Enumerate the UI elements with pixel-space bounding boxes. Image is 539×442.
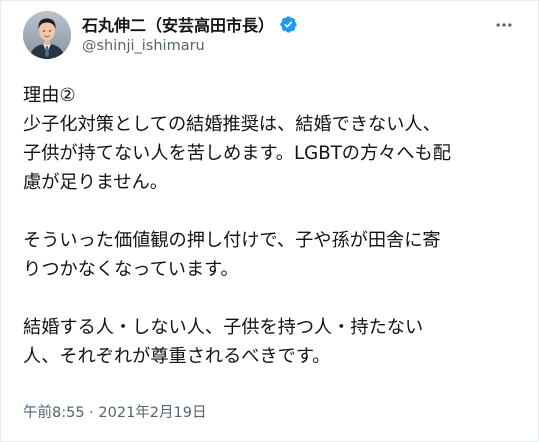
tweet-card: 石丸伸二（安芸高田市長） @shinji_ishimaru 理由② 少子化対策と…	[0, 0, 539, 442]
avatar-photo-icon	[23, 11, 71, 59]
more-options-button[interactable]	[492, 13, 516, 37]
tweet-line: 慮が足りません。	[23, 172, 168, 193]
tweet-text: 理由② 少子化対策としての結婚推奨は、結婚できない人、 子供が持てない人を苦しめ…	[23, 81, 523, 371]
tweet-line: 結婚する人・しない人、子供を持つ人・持たない	[23, 317, 424, 338]
tweet-line: 理由②	[23, 85, 76, 106]
tweet-line: 子供が持てない人を苦しめます。LGBTの方々へも配	[23, 143, 451, 164]
tweet-line: りつかなくなっています。	[23, 259, 239, 280]
tweet-line: 少子化対策としての結婚推奨は、結婚できない人、	[23, 114, 441, 135]
user-name-row: 石丸伸二（安芸高田市長）	[82, 13, 298, 35]
user-avatar[interactable]	[23, 11, 71, 59]
verified-badge-icon	[279, 15, 298, 34]
tweet-line: 人、それぞれが尊重されるべきです。	[23, 346, 331, 367]
more-horizontal-icon	[496, 23, 512, 27]
user-handle[interactable]: @shinji_ishimaru	[82, 38, 205, 54]
tweet-line: そういった価値観の押し付けで、子や孫が田舎に寄	[23, 230, 441, 251]
tweet-timestamp[interactable]: 午前8:55 · 2021年2月19日	[23, 401, 206, 422]
user-display-name[interactable]: 石丸伸二（安芸高田市長）	[82, 12, 274, 36]
